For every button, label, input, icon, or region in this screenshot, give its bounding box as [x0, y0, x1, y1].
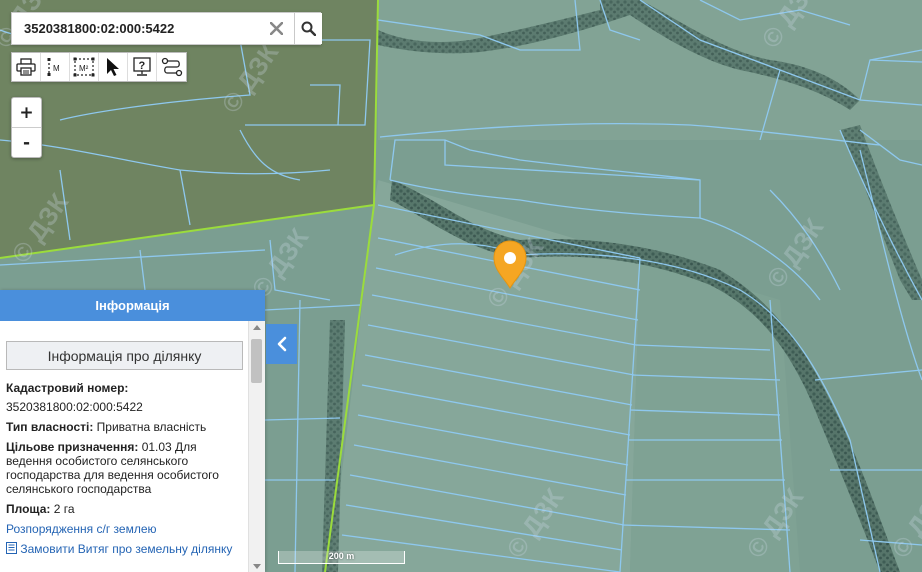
close-icon[interactable] — [260, 13, 293, 44]
route-tool[interactable] — [157, 53, 186, 81]
cursor-icon — [107, 58, 119, 76]
collapse-panel-button[interactable] — [266, 324, 297, 364]
measure-area-tool[interactable]: M² — [70, 53, 99, 81]
cadastral-number-label: Кадастровий номер: — [6, 381, 129, 395]
question-icon-label: ? — [139, 60, 146, 72]
ruler-icon-label: M — [53, 64, 60, 73]
zoom-in-button[interactable]: + — [12, 98, 41, 128]
select-tool[interactable] — [99, 53, 128, 81]
info-panel: Інформація Інформація про ділянку Кадаст… — [0, 290, 265, 572]
search-input[interactable] — [12, 13, 258, 44]
scroll-up-icon[interactable] — [253, 325, 261, 330]
ownership-type-label: Тип власності: — [6, 420, 94, 434]
ruler-icon: M — [47, 58, 60, 76]
map-toolbar: M M² ? — [11, 52, 187, 82]
chevron-left-icon — [277, 336, 286, 352]
zoom-out-button[interactable]: - — [12, 128, 41, 157]
land-orders-link[interactable]: Розпорядження с/г землею — [6, 522, 243, 536]
area-value: 2 га — [53, 502, 75, 516]
info-tool[interactable]: ? — [128, 53, 157, 81]
area-icon-label: M² — [79, 64, 89, 73]
ownership-type-value: Приватна власність — [96, 420, 207, 434]
info-panel-body: Інформація про ділянку Кадастровий номер… — [0, 321, 249, 572]
area-icon: M² — [73, 57, 95, 77]
search-button[interactable] — [294, 13, 322, 44]
zoom-control: + - — [11, 97, 42, 158]
cadastral-number-value: 3520381800:02:000:5422 — [6, 400, 143, 414]
info-panel-scrollbar[interactable] — [248, 321, 265, 572]
search-box — [11, 12, 322, 45]
info-panel-subheader: Інформація про ділянку — [6, 341, 243, 370]
search-icon — [301, 21, 316, 36]
area-label: Площа: — [6, 502, 51, 516]
purpose-label: Цільове призначення: — [6, 440, 139, 454]
print-tool[interactable] — [12, 53, 41, 81]
order-extract-link[interactable]: Замовити Витяг про земельну ділянку — [6, 542, 243, 556]
map-scale-bar: 200 m — [278, 551, 405, 564]
measure-distance-tool[interactable]: M — [41, 53, 70, 81]
route-icon — [161, 57, 182, 77]
scroll-down-icon[interactable] — [253, 564, 261, 569]
scrollbar-thumb[interactable] — [251, 339, 262, 383]
order-extract-link-label: Замовити Витяг про земельну ділянку — [20, 542, 233, 556]
info-panel-header: Інформація — [0, 290, 265, 321]
question-icon: ? — [133, 57, 151, 76]
document-icon — [6, 542, 17, 554]
printer-icon — [16, 58, 36, 76]
